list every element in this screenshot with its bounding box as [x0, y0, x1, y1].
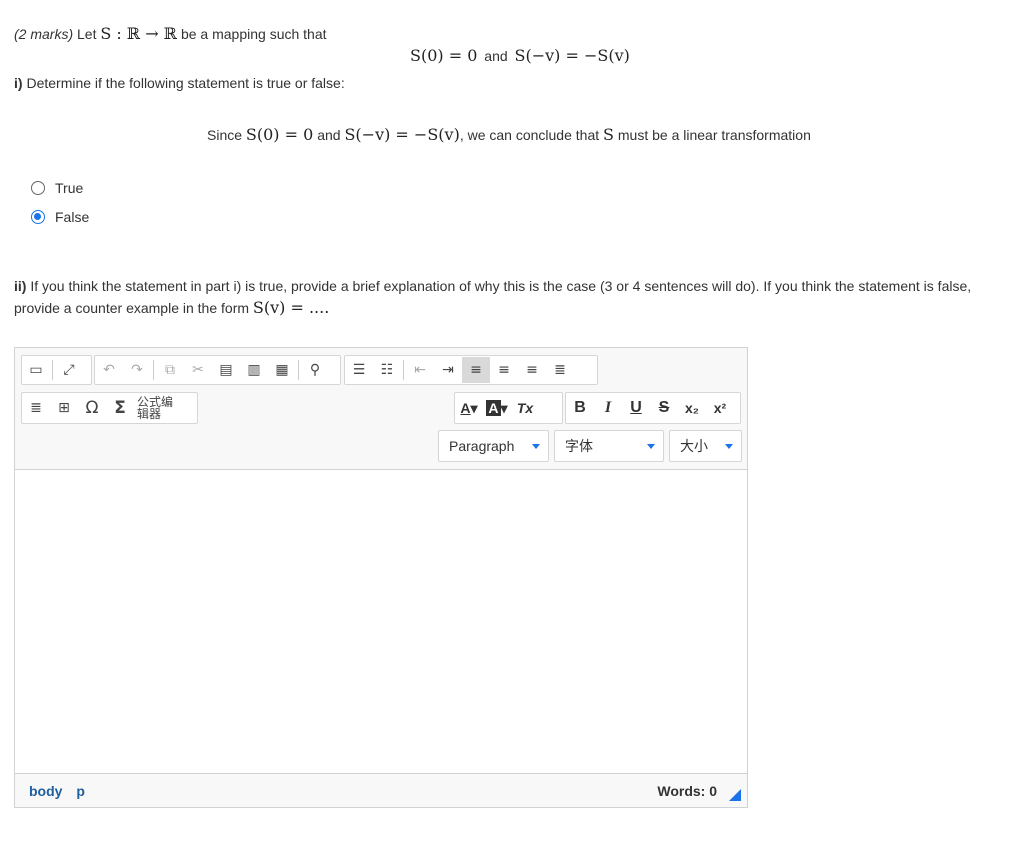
definition-equation: S(0) = 0 and S(−v) = −S(v): [410, 46, 630, 65]
statement: Since S(0) = 0 and S(−v) = −S(v), we can…: [207, 125, 811, 144]
eq-left: S(0) = 0: [410, 46, 478, 65]
bg-color-label: A: [486, 400, 501, 416]
font-select-value: 字体: [565, 439, 593, 455]
maximize-icon[interactable]: ⤢: [55, 357, 83, 383]
table-icon[interactable]: ⊞: [50, 395, 78, 421]
statement-math-3: S: [603, 125, 614, 144]
omega-icon[interactable]: Ω: [78, 395, 106, 421]
align-left-icon[interactable]: ≡: [462, 357, 490, 383]
toolbar-separator: [403, 360, 404, 380]
toolbar-separator: [153, 360, 154, 380]
paste-word-icon[interactable]: ▦: [268, 357, 296, 383]
formula-editor-button[interactable]: 公式编辑器: [134, 395, 186, 421]
toolbar-separator: [52, 360, 53, 380]
chevron-down-icon: [532, 444, 540, 449]
italic-button[interactable]: I: [594, 395, 622, 421]
toolbar-group-basicstyles: B I U S x₂ x²: [565, 392, 741, 424]
bulleted-list-icon[interactable]: ☷: [373, 357, 401, 383]
text-color-button[interactable]: A ▾: [455, 395, 483, 421]
eq-and: and: [484, 48, 508, 64]
justify-icon[interactable]: ≣: [546, 357, 574, 383]
text-color-label: A: [460, 400, 471, 416]
chevron-down-icon: [725, 444, 733, 449]
redo-icon[interactable]: ↷: [123, 357, 151, 383]
copy-icon[interactable]: ⧉: [156, 357, 184, 383]
source-icon[interactable]: ▭: [22, 357, 50, 383]
cut-icon[interactable]: ✂: [184, 357, 212, 383]
intro-tail: be a mapping such that: [180, 26, 327, 42]
part-i-label: i): [14, 75, 23, 91]
indent-icon[interactable]: ⇥: [434, 357, 462, 383]
part-i-prompt: i) Determine if the following statement …: [14, 75, 345, 91]
clear-format-button[interactable]: Tx: [511, 395, 539, 421]
radio-true[interactable]: [31, 181, 45, 195]
find-icon[interactable]: ⚲: [301, 357, 329, 383]
resize-handle-icon[interactable]: [729, 789, 741, 801]
path-item-p[interactable]: p: [76, 783, 85, 799]
outdent-icon[interactable]: ⇤: [406, 357, 434, 383]
path-item-body[interactable]: body: [29, 783, 62, 799]
intro-text: Let: [77, 26, 97, 42]
format-select[interactable]: Paragraph: [438, 430, 549, 462]
statement-since: Since: [207, 127, 243, 143]
option-false-label: False: [55, 209, 90, 225]
statement-end: must be a linear transformation: [617, 127, 811, 143]
intro-math: S : ℝ → ℝ: [100, 24, 178, 43]
undo-icon[interactable]: ↶: [95, 357, 123, 383]
underline-button[interactable]: U: [622, 395, 650, 421]
eq-right: S(−v) = −S(v): [514, 46, 630, 65]
part-ii-math: S(v) = ....: [252, 298, 330, 317]
option-true-label: True: [55, 180, 84, 196]
question-intro: (2 marks) Let S : ℝ → ℝ be a mapping suc…: [14, 24, 327, 43]
answer-editor: ▭ ⤢ ↶ ↷ ⧉ ✂ ▤ ▥ ▦ ⚲ ☰ ☷ ⇤ ⇥ ≡ ≡ ≡ ≣ ≣ ⊞ …: [14, 347, 748, 808]
font-select[interactable]: 字体: [554, 430, 664, 462]
statement-tail: , we can conclude that: [459, 127, 600, 143]
toolbar-group-insert: ≣ ⊞ Ω Σ 公式编辑器: [21, 392, 198, 424]
option-true[interactable]: True: [31, 180, 83, 196]
statement-and: and: [317, 127, 341, 143]
statement-math-2: S(−v) = −S(v): [344, 125, 460, 144]
toolbar-group-clipboard: ↶ ↷ ⧉ ✂ ▤ ▥ ▦ ⚲: [94, 355, 341, 385]
toolbar-separator: [298, 360, 299, 380]
horizontal-rule-icon[interactable]: ≣: [22, 395, 50, 421]
part-ii-text: If you think the statement in part i) is…: [14, 278, 972, 316]
align-center-icon[interactable]: ≡: [490, 357, 518, 383]
bold-button[interactable]: B: [566, 395, 594, 421]
option-false[interactable]: False: [31, 209, 89, 225]
bg-color-button[interactable]: A ▾: [483, 395, 511, 421]
format-select-value: Paragraph: [449, 438, 515, 454]
chevron-down-icon: [647, 444, 655, 449]
subscript-button[interactable]: x₂: [678, 395, 706, 421]
strikethrough-button[interactable]: S: [650, 395, 678, 421]
marks-label: (2 marks): [14, 26, 74, 42]
paste-text-icon[interactable]: ▥: [240, 357, 268, 383]
align-right-icon[interactable]: ≡: [518, 357, 546, 383]
radio-false[interactable]: [31, 210, 45, 224]
superscript-button[interactable]: x²: [706, 395, 734, 421]
numbered-list-icon[interactable]: ☰: [345, 357, 373, 383]
element-path: body p: [29, 783, 95, 799]
toolbar-group-colors: A ▾ A ▾ Tx: [454, 392, 563, 424]
part-ii-prompt: ii) If you think the statement in part i…: [14, 276, 1019, 319]
editor-statusbar: body p Words: 0: [15, 773, 747, 807]
sigma-icon[interactable]: Σ: [106, 395, 134, 421]
toolbar-group-paragraph: ☰ ☷ ⇤ ⇥ ≡ ≡ ≡ ≣: [344, 355, 598, 385]
paste-icon[interactable]: ▤: [212, 357, 240, 383]
statement-math-1: S(0) = 0: [245, 125, 314, 144]
part-i-text: Determine if the following statement is …: [26, 75, 345, 91]
word-count: Words: 0: [657, 783, 717, 799]
size-select[interactable]: 大小: [669, 430, 742, 462]
editor-content-area[interactable]: [15, 469, 747, 774]
editor-toolbar: ▭ ⤢ ↶ ↷ ⧉ ✂ ▤ ▥ ▦ ⚲ ☰ ☷ ⇤ ⇥ ≡ ≡ ≡ ≣ ≣ ⊞ …: [15, 348, 747, 470]
part-ii-label: ii): [14, 278, 27, 294]
size-select-value: 大小: [680, 439, 708, 455]
toolbar-group-document: ▭ ⤢: [21, 355, 92, 385]
